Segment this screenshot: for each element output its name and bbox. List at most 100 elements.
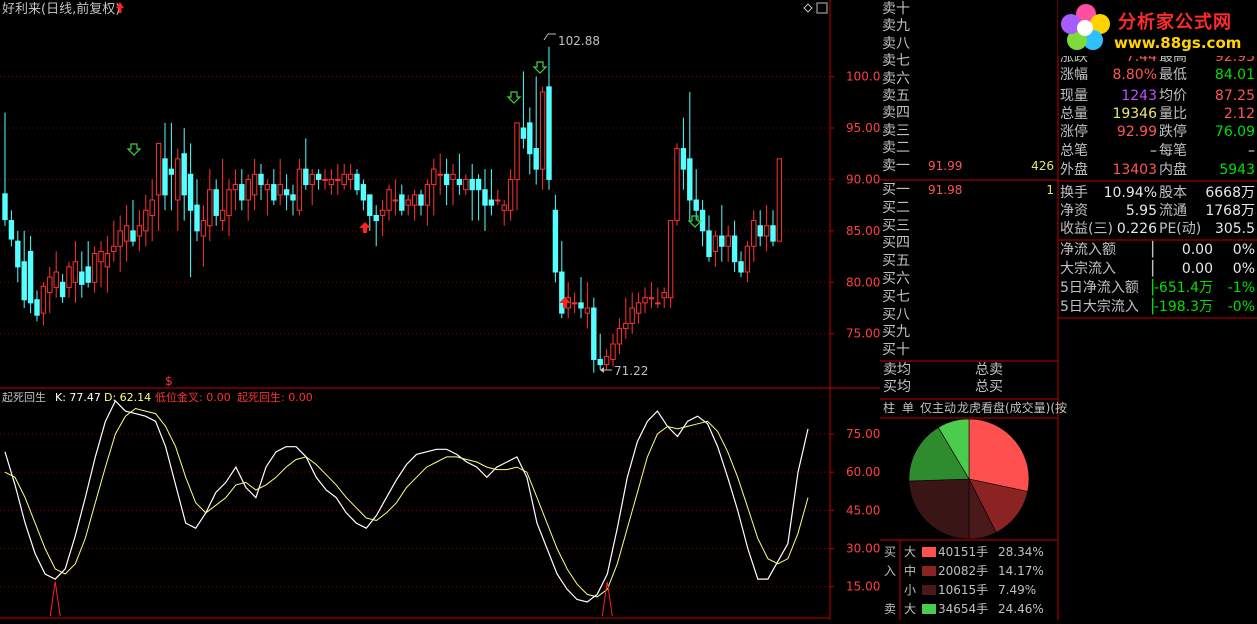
ask-level-7[interactable]: 卖七 [882, 53, 1058, 70]
ask-level-3[interactable]: 卖三 [882, 123, 1058, 140]
tab-single[interactable]: 单 [902, 400, 914, 417]
stat-value: 19346 [1112, 106, 1157, 122]
candle-body [488, 199, 495, 206]
candle-body [8, 220, 15, 240]
candle-body [232, 184, 239, 191]
ask-level-4[interactable]: 卖四 [882, 105, 1058, 122]
bid-level-7[interactable]: 买七 [882, 289, 1058, 306]
kline-chart[interactable]: 100.0 95.00 90.00 85.00 80.00 75.00 75.00 60.00… [0, 0, 880, 620]
candle-body [98, 250, 104, 263]
level-label: 卖七 [882, 53, 910, 70]
tab-dragon-tiger[interactable]: 龙虎看盘(成交量)(按 [957, 400, 1067, 417]
bid-level-3[interactable]: 买三 [882, 218, 1058, 235]
window-icon[interactable] [816, 2, 828, 14]
candle-body [72, 261, 79, 283]
candle-body [482, 189, 488, 206]
bid-level-5[interactable]: 买五 [882, 253, 1058, 270]
candle-body [642, 297, 648, 304]
stat-row: 净资 5.95 流通 1768万 [1060, 202, 1257, 220]
candle-body [40, 285, 47, 314]
candle-body [552, 209, 559, 273]
stat-value: 1243 [1121, 88, 1157, 104]
flow-percent: -0% [1227, 299, 1255, 315]
stat-row: 外盘 13403 内盘 5943 [1060, 161, 1257, 179]
flow-label: 大宗流入 [1060, 261, 1116, 277]
indicator-revive: 起死回生: 0.00 [237, 390, 313, 404]
stat-label: 涨停 [1060, 124, 1088, 140]
bid-level-10[interactable]: 买十 [882, 342, 1058, 359]
logo-brand: 分析家公式网 [1118, 12, 1232, 33]
candle-body [520, 127, 527, 139]
candle-body [162, 158, 168, 196]
flow-label: 净流入额 [1060, 242, 1116, 258]
bid-level-9[interactable]: 买九 [882, 324, 1058, 341]
logo-url: www.88gs.com [1114, 34, 1242, 52]
price-tick-label: 95.00 [846, 121, 880, 135]
bid-level-1[interactable]: 买一 91.98 1 [882, 182, 1058, 199]
chart-title: 好利来(日线,前复权) [2, 1, 120, 17]
legend-swatch [922, 604, 936, 614]
candle-body [123, 225, 130, 242]
candle-body [706, 230, 712, 258]
ask-level-10[interactable]: 卖十 [882, 1, 1058, 18]
flow-value: 0.00 [1181, 261, 1213, 277]
grid-layer [0, 76, 830, 588]
ask-level-9[interactable]: 卖九 [882, 18, 1058, 35]
tab-active-only[interactable]: 仅主动 [920, 400, 956, 417]
buy-signal-icon [506, 91, 522, 104]
ask-level-6[interactable]: 卖六 [882, 71, 1058, 88]
bid-level-6[interactable]: 买六 [882, 271, 1058, 288]
legend-volume: 10615手 [938, 583, 989, 597]
indicator-d-value: D: 62.14 [104, 391, 151, 404]
stat-label: 净资 [1060, 203, 1088, 219]
candle-body [117, 230, 123, 247]
candle-body [59, 281, 66, 298]
candle-body [322, 178, 328, 181]
level-price: 91.98 [928, 183, 963, 197]
ask-level-2[interactable]: 卖二 [882, 140, 1058, 157]
candle-body [578, 302, 584, 309]
candle-body [175, 158, 181, 201]
candle-body [328, 178, 335, 186]
candle-body [360, 184, 367, 201]
candle-body [674, 148, 680, 222]
candle-body [21, 261, 27, 301]
candle-body [603, 355, 610, 366]
candle-body [463, 178, 469, 191]
stat-value: – [1248, 143, 1255, 159]
stat-value: 8.80% [1112, 67, 1157, 83]
diamond-icon[interactable] [803, 3, 813, 13]
price-tick-label: 90.00 [846, 172, 880, 186]
buy-signal-icon [532, 61, 548, 74]
candle-body [367, 194, 373, 216]
candle-body [213, 189, 219, 216]
stat-value: 305.5 [1214, 221, 1255, 237]
level-label: 买九 [882, 324, 910, 341]
legend-percent: 14.17% [998, 564, 1044, 578]
candle-body [495, 199, 501, 202]
candle-body [584, 307, 591, 314]
stat-label: 内盘 [1159, 162, 1187, 178]
candle-body [623, 322, 629, 330]
bid-level-8[interactable]: 买八 [882, 307, 1058, 324]
min-price-label: 71.22 [614, 364, 648, 378]
flow-percent: 0% [1232, 242, 1255, 258]
candle-body [315, 173, 322, 180]
legend-side: 卖 [884, 602, 897, 616]
candle-body [751, 220, 757, 247]
stat-label: 最低 [1159, 67, 1187, 83]
candle-body [149, 199, 155, 216]
ask-level-5[interactable]: 卖五 [882, 88, 1058, 105]
bid-level-4[interactable]: 买四 [882, 235, 1058, 252]
level-label: 买六 [882, 271, 910, 287]
ask-level-1[interactable]: 卖一 91.99 426 [882, 158, 1058, 175]
bid-level-2[interactable]: 买二 [882, 200, 1058, 217]
level-label: 卖五 [882, 88, 910, 104]
stat-label: 每笔 [1159, 143, 1187, 159]
candle-body [475, 178, 482, 191]
ask-level-8[interactable]: 卖八 [882, 36, 1058, 53]
level-label: 卖一 [882, 157, 910, 174]
candle-body [347, 173, 354, 180]
chart-area[interactable]: 100.0 95.00 90.00 85.00 80.00 75.00 75.00 60.00… [0, 0, 880, 620]
tab-bar-chart[interactable]: 柱 [883, 400, 895, 417]
